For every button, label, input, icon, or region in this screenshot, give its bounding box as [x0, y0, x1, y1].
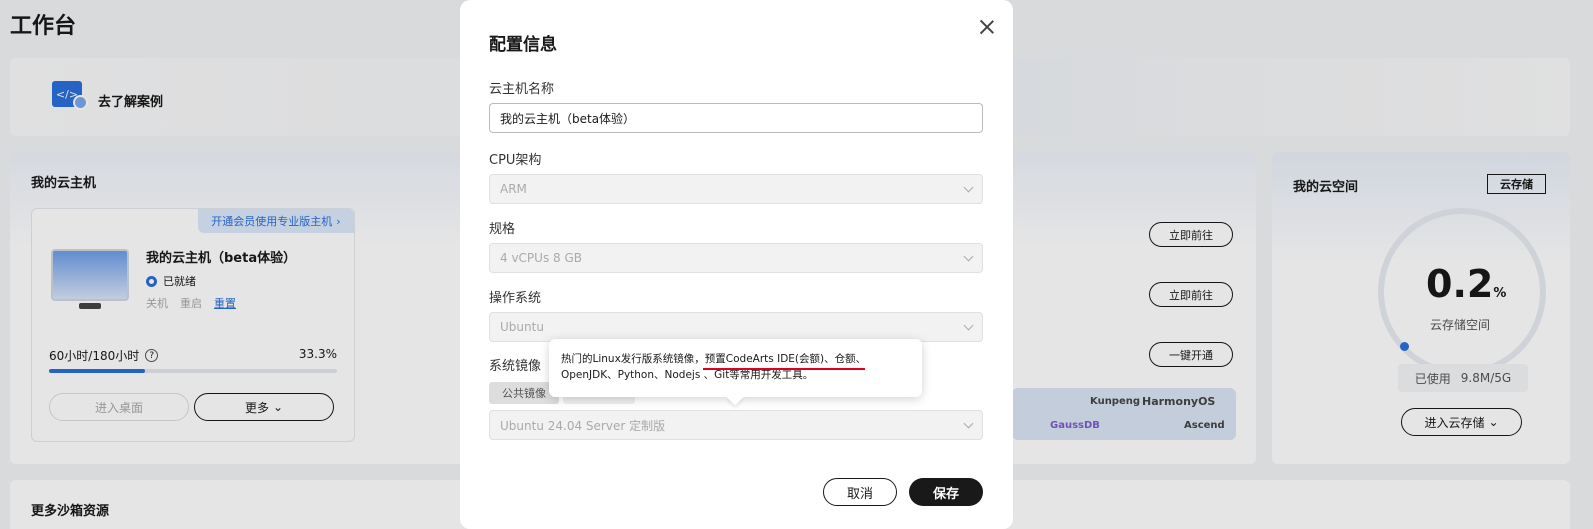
- image-label: 系统镜像: [489, 359, 542, 374]
- tooltip-line-1: 热门的Linux发行版系统镜像，预置CodeArts IDE(会额)、仓额、: [561, 353, 867, 365]
- save-button[interactable]: 保存: [909, 478, 983, 506]
- chevron-down-icon: [963, 418, 974, 428]
- dialog-title: 配置信息: [489, 35, 557, 55]
- os-select[interactable]: Ubuntu: [489, 312, 983, 342]
- cpu-value: ARM: [500, 182, 527, 196]
- spec-label: 规格: [489, 222, 516, 237]
- spec-value: 4 vCPUs 8 GB: [500, 251, 582, 265]
- cpu-label: CPU架构: [489, 153, 542, 168]
- spec-select[interactable]: 4 vCPUs 8 GB: [489, 243, 983, 273]
- chevron-down-icon: [963, 320, 974, 330]
- image-tooltip: 热门的Linux发行版系统镜像，预置CodeArts IDE(会额)、仓额、 O…: [549, 339, 922, 406]
- config-dialog: 配置信息 云主机名称 CPU架构 ARM 规格 4 vCPUs 8 GB 操作系…: [460, 0, 1013, 529]
- annotation-underline: [703, 368, 865, 370]
- cancel-button[interactable]: 取消: [823, 478, 897, 506]
- image-select[interactable]: Ubuntu 24.04 Server 定制版: [489, 410, 983, 440]
- vm-name-label: 云主机名称: [489, 82, 555, 97]
- os-label: 操作系统: [489, 291, 542, 306]
- close-icon[interactable]: [979, 19, 995, 35]
- image-value: Ubuntu 24.04 Server 定制版: [500, 418, 666, 433]
- chevron-down-icon: [963, 182, 974, 192]
- vm-name-input[interactable]: [489, 103, 983, 133]
- os-value: Ubuntu: [500, 320, 544, 334]
- cpu-select[interactable]: ARM: [489, 174, 983, 204]
- chevron-down-icon: [963, 251, 974, 261]
